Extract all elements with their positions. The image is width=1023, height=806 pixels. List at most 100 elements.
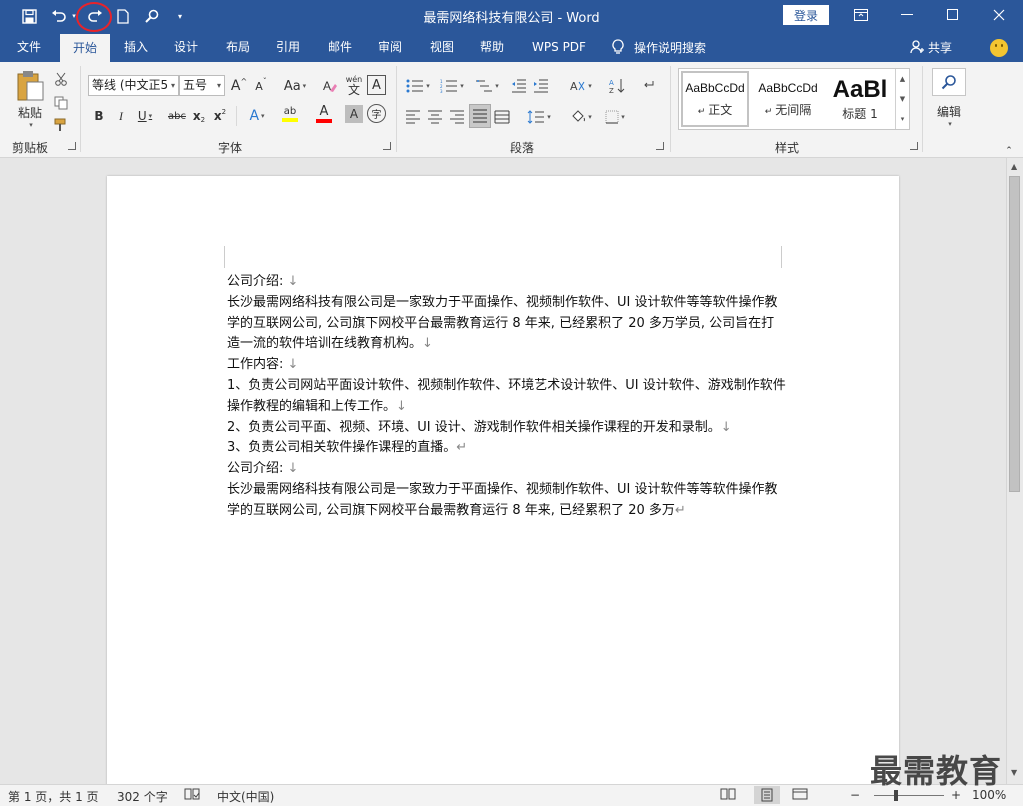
document-paragraph[interactable]: 3、负责公司相关软件操作课程的直播。↵ (227, 438, 787, 459)
grow-font-button[interactable]: A ^ (229, 75, 249, 97)
strikethrough-button[interactable]: abc (166, 105, 188, 127)
align-right-icon[interactable] (448, 106, 466, 128)
paragraph-shading-button[interactable]: ▾ (566, 106, 596, 128)
italic-button[interactable]: I (112, 105, 130, 127)
tab-help[interactable]: 帮助 (470, 32, 514, 62)
tab-home[interactable]: 开始 (60, 34, 110, 62)
editing-button[interactable]: 编辑 ▾ (930, 100, 968, 130)
character-shading-button[interactable]: A (345, 105, 363, 123)
shrink-font-button[interactable]: Aˇ (251, 75, 271, 97)
font-size-combo[interactable]: 五号 ▾ (179, 75, 225, 96)
tab-file[interactable]: 文件 (6, 32, 52, 62)
distributed-icon[interactable] (493, 106, 511, 128)
tell-me-search[interactable]: 操作说明搜索 (612, 32, 706, 62)
undo-icon[interactable] (48, 4, 70, 28)
cut-icon[interactable] (52, 68, 70, 90)
change-case-button[interactable]: Aa ▾ (279, 75, 311, 97)
redo-icon[interactable] (84, 4, 106, 28)
line-spacing-button[interactable]: ▾ (524, 106, 554, 128)
page-count[interactable]: 第 1 页，共 1 页 (8, 788, 99, 805)
document-paragraph[interactable]: 2、负责公司平面、视频、环境、UI 设计、游戏制作软件相关操作课程的开发和录制。… (227, 418, 787, 439)
chinese-layout-button[interactable]: A ▾ (566, 75, 596, 97)
share-button[interactable]: 共享 (910, 32, 952, 62)
tab-references[interactable]: 引用 (266, 32, 310, 62)
clear-formatting-icon[interactable]: A (320, 75, 340, 97)
bold-button[interactable]: B (90, 105, 108, 127)
maximize-icon[interactable] (930, 0, 976, 30)
bullets-button[interactable]: ▾ (404, 75, 432, 97)
document-paragraph[interactable]: 公司介绍: ↓ (227, 272, 787, 293)
styles-launcher-icon[interactable] (910, 142, 918, 150)
borders-button[interactable]: ▾ (600, 106, 630, 128)
enclose-characters-button[interactable]: 字 (367, 104, 386, 123)
font-launcher-icon[interactable] (383, 142, 391, 150)
search-icon[interactable] (142, 4, 162, 28)
clipboard-launcher-icon[interactable] (68, 142, 76, 150)
font-color-button[interactable]: A (309, 103, 339, 125)
subscript-button[interactable]: x2 (191, 105, 207, 127)
word-count[interactable]: 302 个字 (117, 788, 168, 805)
align-left-icon[interactable] (404, 106, 422, 128)
web-layout-icon[interactable] (792, 787, 808, 804)
gallery-more-icon[interactable]: ▾ (895, 109, 909, 129)
document-paragraph[interactable]: 长沙最需网络科技有限公司是一家致力于平面操作、视频制作软件、UI 设计软件等等软… (227, 293, 787, 355)
gallery-scroll-down-icon[interactable]: ▼ (895, 89, 909, 109)
paragraph-launcher-icon[interactable] (656, 142, 664, 150)
close-icon[interactable] (976, 0, 1022, 30)
read-mode-icon[interactable] (720, 787, 736, 804)
character-border-button[interactable]: A (367, 75, 386, 95)
highlight-button[interactable]: ab (274, 103, 306, 125)
gallery-scroll-up-icon[interactable]: ▲ (895, 69, 909, 89)
zoom-slider-track[interactable] (874, 795, 944, 796)
paste-button[interactable]: 粘贴 ▾ (10, 68, 50, 130)
decrease-indent-icon[interactable] (510, 75, 528, 97)
scroll-down-icon[interactable]: ▼ (1011, 768, 1017, 777)
text-effects-button[interactable]: A ▾ (243, 105, 271, 127)
zoom-out-button[interactable]: − (850, 788, 860, 802)
ribbon-display-options-icon[interactable] (838, 0, 884, 30)
new-document-icon[interactable] (114, 4, 132, 28)
document-body[interactable]: 公司介绍: ↓ 长沙最需网络科技有限公司是一家致力于平面操作、视频制作软件、UI … (227, 272, 787, 522)
tab-review[interactable]: 审阅 (368, 32, 412, 62)
login-button[interactable]: 登录 (783, 5, 829, 25)
customize-toolbar-icon[interactable]: ▾ (174, 4, 186, 28)
document-page[interactable]: 公司介绍: ↓ 长沙最需网络科技有限公司是一家致力于平面操作、视频制作软件、UI … (107, 176, 899, 784)
tab-view[interactable]: 视图 (420, 32, 464, 62)
document-paragraph[interactable]: 长沙最需网络科技有限公司是一家致力于平面操作、视频制作软件、UI 设计软件等等软… (227, 480, 787, 522)
underline-button[interactable]: U ▾ (134, 105, 156, 127)
tab-wps-pdf[interactable]: WPS PDF (524, 32, 594, 62)
justify-icon[interactable] (469, 104, 491, 128)
document-paragraph[interactable]: 公司介绍: ↓ (227, 459, 787, 480)
style-normal[interactable]: AaBbCcDd ↵ 正文 (681, 71, 749, 127)
style-heading-1[interactable]: AaBl 标题 1 (827, 71, 893, 127)
language-indicator[interactable]: 中文(中国) (217, 788, 274, 805)
scroll-up-icon[interactable]: ▲ (1011, 162, 1017, 171)
show-formatting-marks-icon[interactable] (640, 75, 658, 97)
phonetic-guide-button[interactable]: wén 文 (343, 72, 365, 98)
tab-layout[interactable]: 布局 (216, 32, 260, 62)
feedback-smiley-icon[interactable] (990, 39, 1008, 57)
format-painter-icon[interactable] (52, 114, 70, 136)
minimize-icon[interactable] (884, 0, 930, 30)
copy-icon[interactable] (52, 92, 70, 114)
undo-dropdown-icon[interactable]: ▾ (70, 4, 78, 28)
sort-icon[interactable]: AZ (608, 75, 626, 97)
increase-indent-icon[interactable] (532, 75, 550, 97)
tab-insert[interactable]: 插入 (114, 32, 158, 62)
print-layout-icon[interactable] (754, 786, 780, 804)
save-icon[interactable] (18, 4, 40, 28)
find-button[interactable] (932, 68, 966, 96)
scrollbar-thumb[interactable] (1009, 176, 1020, 492)
superscript-button[interactable]: x2 (212, 105, 228, 127)
align-center-icon[interactable] (426, 106, 444, 128)
numbering-button[interactable]: 1 2 3 ▾ (438, 75, 466, 97)
proofing-icon[interactable] (184, 787, 200, 804)
document-paragraph[interactable]: 工作内容: ↓ (227, 355, 787, 376)
tab-mailings[interactable]: 邮件 (318, 32, 362, 62)
tab-design[interactable]: 设计 (164, 32, 208, 62)
style-no-spacing[interactable]: AaBbCcDd ↵ 无间隔 (753, 71, 823, 127)
document-paragraph[interactable]: 1、负责公司网站平面设计软件、视频制作软件、环境艺术设计软件、UI 设计软件、游… (227, 376, 787, 418)
font-name-combo[interactable]: 等线 (中文正5 ▾ (88, 75, 179, 96)
vertical-scrollbar[interactable]: ▲ ▼ (1006, 158, 1023, 784)
multilevel-list-button[interactable]: ▾ (472, 75, 502, 97)
